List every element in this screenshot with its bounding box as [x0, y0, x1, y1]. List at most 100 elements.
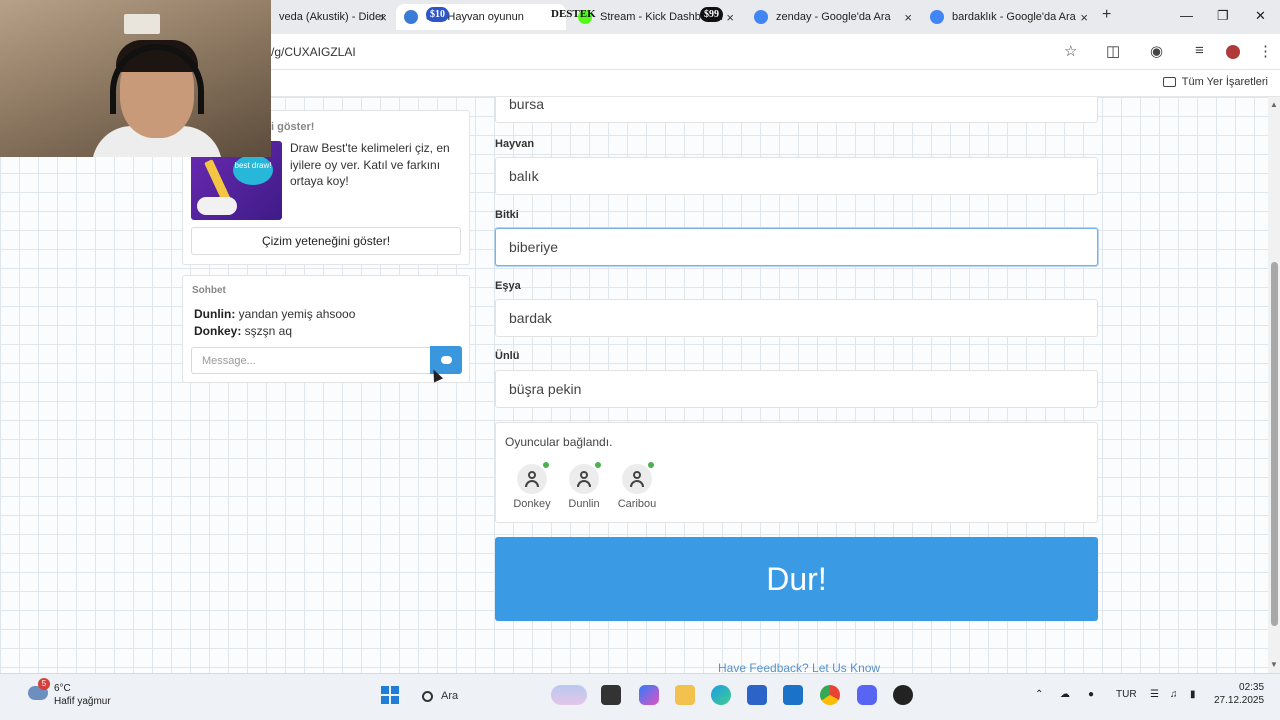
- user-icon: [517, 462, 549, 494]
- object-label: Eşya: [495, 280, 521, 292]
- edge-icon[interactable]: [711, 685, 731, 705]
- chrome-icon[interactable]: [820, 685, 840, 705]
- task-view-icon[interactable]: [601, 685, 621, 705]
- user-star-icon: [569, 462, 601, 494]
- obs-icon[interactable]: [893, 685, 913, 705]
- language-indicator[interactable]: TUR: [1116, 689, 1137, 700]
- profile-avatar[interactable]: [1226, 45, 1240, 59]
- scroll-up-icon[interactable]: ▲: [1270, 100, 1278, 109]
- celebrity-field[interactable]: [495, 370, 1098, 408]
- tab-title: zenday - Google'da Ara: [776, 11, 891, 23]
- player-name: Dunlin: [568, 498, 600, 510]
- tab-google-zenday[interactable]: zenday - Google'da Ara ×: [746, 4, 918, 30]
- windows-start-icon[interactable]: [381, 686, 399, 704]
- google-icon: [754, 10, 768, 24]
- close-icon[interactable]: ×: [1080, 10, 1088, 25]
- scroll-thumb[interactable]: [1271, 262, 1278, 626]
- plant-field[interactable]: [495, 228, 1098, 266]
- stop-button[interactable]: Dur!: [495, 537, 1098, 621]
- chat-message-input[interactable]: [191, 347, 431, 374]
- tab-google-bardaklik[interactable]: bardaklık - Google'da Ara ×: [922, 4, 1094, 30]
- player-dunlin: Dunlin: [558, 462, 610, 510]
- weather-badge: 5: [38, 678, 50, 690]
- chat-message: Donkey: sşzşn aq: [194, 323, 355, 340]
- google-icon: [930, 10, 944, 24]
- weather-widget[interactable]: 5 6°C Hafif yağmur: [28, 678, 111, 708]
- players-status: Oyuncular bağlandı.: [505, 435, 613, 449]
- animal-field[interactable]: [495, 157, 1098, 195]
- feedback-link[interactable]: Have Feedback? Let Us Know: [718, 661, 880, 673]
- url-field[interactable]: /g/CUXAIGZLAI: [271, 45, 356, 59]
- scroll-down-icon[interactable]: ▼: [1270, 660, 1278, 669]
- taskbar-search-label: Ara: [441, 690, 459, 702]
- chat-user: Dunlin:: [194, 307, 236, 321]
- chat-card: Sohbet Dunlin: yandan yemiş ahsooo Donke…: [182, 275, 470, 383]
- webcam-overlay: [0, 0, 271, 157]
- star-icon[interactable]: ☆: [1064, 42, 1077, 60]
- support-badge: DESTEK: [551, 8, 596, 20]
- close-icon[interactable]: ×: [904, 10, 912, 25]
- tab-game[interactable]: ehir Hayvan oyunun: [396, 4, 566, 30]
- taskbar: 5 6°C Hafif yağmur Ara ⌃ ☁ ● TUR ☰ ♫ ▮ 0…: [0, 673, 1280, 720]
- chat-text: sşzşn aq: [241, 323, 293, 338]
- tab-title: bardaklık - Google'da Ara: [952, 11, 1076, 23]
- online-indicator: [543, 462, 549, 468]
- player-donkey: Donkey: [506, 462, 558, 510]
- minimize-icon[interactable]: —: [1180, 8, 1193, 23]
- city-field[interactable]: [495, 97, 1098, 123]
- object-field[interactable]: [495, 299, 1098, 337]
- folder-icon: [1162, 77, 1176, 87]
- tab-title: veda (Akustik) - Diden: [279, 11, 385, 23]
- player-name: Caribou: [617, 498, 657, 510]
- players-card: Oyuncular bağlandı. Donkey Dunlin Caribo…: [495, 422, 1098, 523]
- online-indicator: [595, 462, 601, 468]
- widgets-icon[interactable]: [551, 685, 587, 705]
- animal-label: Hayvan: [495, 138, 535, 150]
- promo-image-label: best draw!: [233, 155, 273, 185]
- new-tab-button[interactable]: +: [1102, 6, 1111, 24]
- search-icon: [422, 690, 433, 702]
- microphone-icon[interactable]: ●: [1088, 689, 1094, 700]
- close-icon[interactable]: ×: [379, 10, 387, 25]
- chat-messages: Dunlin: yandan yemiş ahsooo Donkey: sşzş…: [194, 306, 355, 339]
- chat-user: Donkey:: [194, 323, 242, 338]
- all-bookmarks[interactable]: Tüm Yer İşaretleri: [1162, 76, 1268, 88]
- page-scrollbar[interactable]: ▲ ▼: [1268, 97, 1280, 673]
- clock-time: 02:35: [1239, 682, 1265, 693]
- celebrity-label: Ünlü: [495, 350, 520, 362]
- wifi-icon[interactable]: ☰: [1150, 689, 1159, 700]
- file-explorer-icon[interactable]: [675, 685, 695, 705]
- all-bookmarks-label: Tüm Yer İşaretleri: [1181, 76, 1268, 88]
- copilot-icon[interactable]: [639, 685, 659, 705]
- outlook-icon[interactable]: [783, 685, 803, 705]
- clock-date: 27.12.2025: [1214, 695, 1265, 706]
- tab-music[interactable]: veda (Akustik) - Diden ×: [271, 4, 393, 30]
- temperature: 6°C: [54, 683, 71, 694]
- battery-icon[interactable]: ▮: [1190, 689, 1196, 700]
- game-page: i göster! best draw! Draw Best'te kelime…: [0, 97, 1268, 673]
- volume-icon[interactable]: ♫: [1170, 689, 1178, 700]
- player-name: Donkey: [513, 498, 551, 510]
- donation-badge: $10: [426, 7, 449, 22]
- wall-shape: [124, 14, 160, 34]
- plant-label: Bitki: [495, 209, 519, 221]
- cloud-shape: [197, 197, 237, 215]
- store-icon[interactable]: [747, 685, 767, 705]
- media-icon[interactable]: ≡: [1195, 42, 1204, 59]
- cloud-sync-icon[interactable]: ☁: [1060, 689, 1070, 700]
- close-icon[interactable]: ×: [726, 10, 734, 25]
- discord-icon[interactable]: [857, 685, 877, 705]
- extensions-icon[interactable]: ◫: [1106, 42, 1120, 60]
- clock[interactable]: 02:35 27.12.2025: [1214, 681, 1264, 707]
- window-close-icon[interactable]: ✕: [1255, 8, 1266, 24]
- maximize-icon[interactable]: ❐: [1217, 8, 1229, 24]
- draw-skill-button[interactable]: Çizim yeteneğini göster!: [191, 227, 461, 255]
- user-icon: [622, 462, 654, 494]
- weather-description: Hafif yağmur: [54, 696, 111, 707]
- tray-expand-icon[interactable]: ⌃: [1035, 689, 1043, 700]
- promo-text: Draw Best'te kelimeleri çiz, en iyilere …: [290, 141, 450, 188]
- menu-icon[interactable]: ⋮: [1258, 42, 1273, 60]
- incognito-icon[interactable]: ◉: [1150, 42, 1163, 60]
- online-indicator: [648, 462, 654, 468]
- chat-text: yandan yemiş ahsooo: [235, 307, 356, 321]
